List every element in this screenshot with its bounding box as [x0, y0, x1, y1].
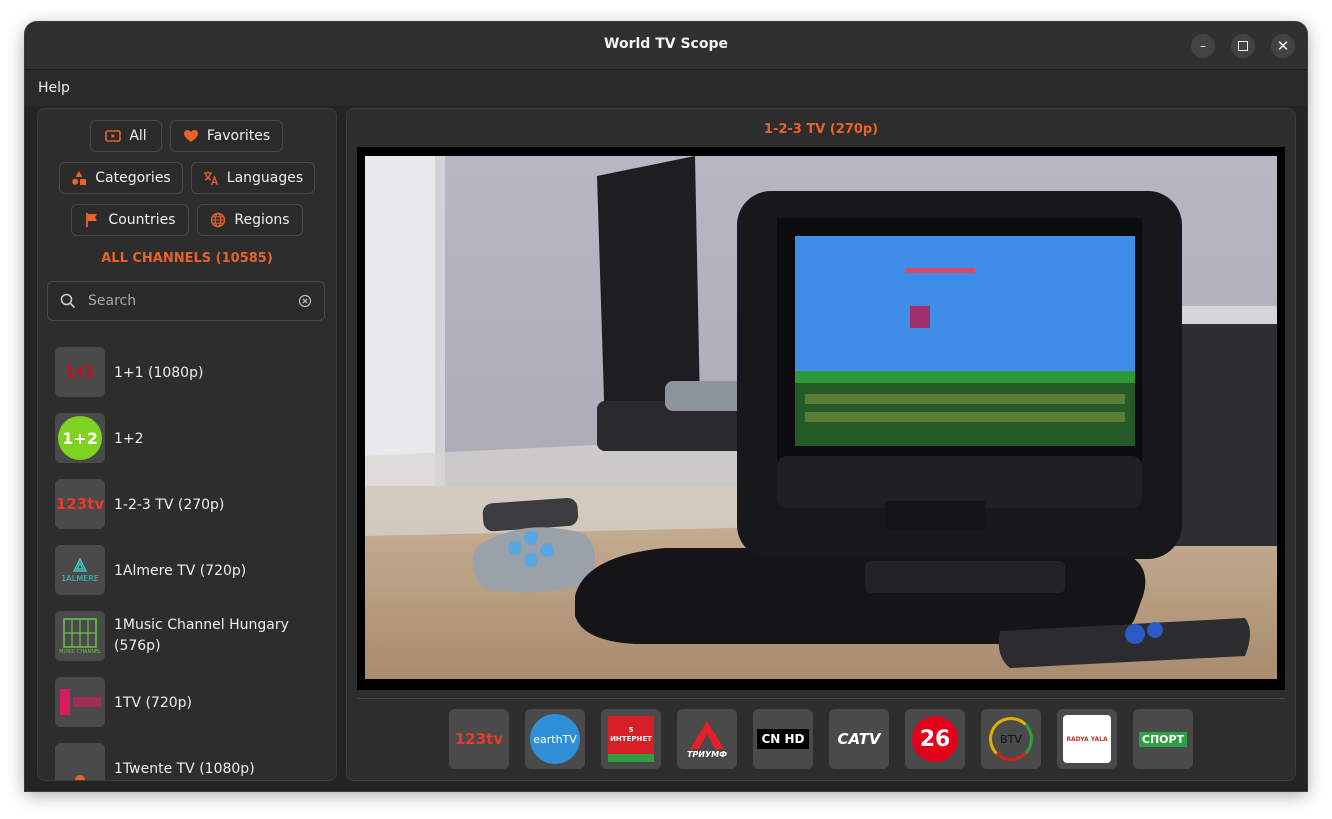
channel-name: 1+1 (1080p) — [114, 365, 204, 381]
triumf-mark-icon — [689, 720, 724, 749]
logo-twente-mark — [75, 775, 85, 780]
channel-item[interactable]: 1TV (720p) — [55, 677, 325, 729]
search-icon — [60, 293, 76, 309]
search-input[interactable]: Search — [88, 293, 136, 309]
channel-name: 1TV (720p) — [114, 695, 193, 711]
sidebar: All Favorites Categories Languages Count… — [37, 108, 337, 781]
logo-123tv: 123tv — [55, 495, 105, 513]
minimize-button[interactable]: – — [1191, 34, 1215, 58]
logo-1plus1: 1+1 — [65, 362, 95, 381]
favorite-channel-123tv[interactable]: 123tv — [449, 709, 509, 769]
flag-icon — [86, 213, 98, 227]
26-label: 26 — [919, 726, 951, 752]
favorites-label: Favorites — [206, 128, 271, 144]
26-logo-icon: 26 — [912, 716, 958, 762]
channel-name: 1Music Channel Hungary (576p) — [114, 617, 289, 654]
channel-logo: 1ALMERE — [55, 545, 105, 595]
channel-item[interactable]: 1Twente TV (1080p) — [55, 743, 325, 780]
channel-item[interactable]: 1+2 1+2 — [55, 413, 325, 465]
categories-button[interactable]: Categories — [59, 162, 183, 194]
favorite-channel-earthtv[interactable]: earthTV — [525, 709, 585, 769]
heart-icon — [183, 130, 198, 142]
countries-button[interactable]: Countries — [71, 204, 189, 236]
close-button[interactable]: ✕ — [1271, 34, 1295, 58]
shapes-icon — [72, 171, 87, 185]
window-title: World TV Scope — [604, 36, 728, 52]
clear-search-icon[interactable] — [298, 294, 312, 308]
btv-logo-icon: BTV — [989, 717, 1033, 761]
menu-help[interactable]: Help — [38, 80, 70, 96]
logo-1plus2: 1+2 — [62, 428, 98, 448]
favorite-channel-radya-yala[interactable]: RADYA YALA — [1057, 709, 1117, 769]
music-channel-mark-icon — [63, 618, 97, 648]
all-button[interactable]: All — [90, 120, 162, 152]
video-player[interactable] — [357, 147, 1285, 690]
categories-label: Categories — [95, 170, 171, 186]
triumf-logo-icon: ТРИУМФ — [687, 720, 727, 759]
favorite-channel-26[interactable]: 26 — [905, 709, 965, 769]
123tv-logo-icon: 123tv — [454, 730, 504, 748]
cn-logo-icon: CN HD — [757, 729, 809, 749]
channel-item[interactable]: 123tv 1-2-3 TV (270p) — [55, 479, 325, 531]
btv-label: BTV — [1000, 732, 1022, 746]
favorite-channel-sport[interactable]: СПОРТ — [1133, 709, 1193, 769]
earthtv-label: earthTV — [533, 732, 577, 746]
logo-1tv-mark — [59, 689, 70, 715]
channel-list-header: ALL CHANNELS (10585) — [101, 251, 273, 266]
regions-button[interactable]: Regions — [197, 204, 303, 236]
channel-name: 1Almere TV (720p) — [114, 563, 247, 579]
favorite-channel-btv[interactable]: BTV — [981, 709, 1041, 769]
almere-mark-icon — [72, 557, 88, 572]
channel-item[interactable]: 1+1 1+1 (1080p) — [55, 347, 325, 399]
divider — [357, 698, 1285, 699]
5-internet-label: 5 ИНТЕРНЕТ — [610, 726, 652, 743]
earthtv-logo-icon: earthTV — [530, 714, 580, 764]
channel-name: 1-2-3 TV (270p) — [114, 497, 225, 513]
channel-logo — [55, 743, 105, 780]
channel-item[interactable]: 1ALMERE 1Almere TV (720p) — [55, 545, 325, 597]
favorite-channel-5[interactable]: 5 ИНТЕРНЕТ — [601, 709, 661, 769]
maximize-button[interactable] — [1231, 34, 1255, 58]
countries-label: Countries — [108, 212, 176, 228]
close-icon: ✕ — [1276, 37, 1290, 55]
channel-name: 1+2 — [114, 431, 144, 447]
video-frame-image — [365, 156, 1277, 679]
channel-logo: MUSIC CHANNEL — [55, 611, 105, 661]
languages-label: Languages — [226, 170, 304, 186]
app-window: World TV Scope – ✕ Help All Favorites Ca… — [25, 22, 1307, 791]
channel-name: 1Twente TV (1080p) — [114, 761, 255, 777]
now-playing-title: 1-2-3 TV (270p) — [763, 122, 879, 137]
languages-button[interactable]: Languages — [191, 162, 315, 194]
tv-icon — [105, 130, 122, 142]
triumf-label: ТРИУМФ — [686, 749, 728, 759]
sport-logo-icon: СПОРТ — [1138, 731, 1188, 747]
logo-almere-text: 1ALMERE — [61, 573, 99, 583]
favorites-button[interactable]: Favorites — [170, 120, 283, 152]
catv-logo-icon: CATV — [837, 730, 881, 748]
channel-logo: 123tv — [55, 479, 105, 529]
favorite-channel-catv[interactable]: CATV — [829, 709, 889, 769]
all-label: All — [129, 128, 147, 144]
channel-logo — [55, 677, 105, 727]
logo-music-text: MUSIC CHANNEL — [59, 649, 101, 655]
minimize-icon: – — [1200, 39, 1206, 53]
favorite-channel-triumf[interactable]: ТРИУМФ — [677, 709, 737, 769]
player-panel: 1-2-3 TV (270p) 123tv earthTV 5 ИНТЕРНЕТ… — [346, 108, 1296, 781]
5-internet-logo-icon: 5 ИНТЕРНЕТ — [608, 716, 654, 762]
menu-bar: Help — [25, 70, 1307, 106]
search-field[interactable]: Search — [47, 281, 325, 321]
favorite-channel-cn[interactable]: CN HD — [753, 709, 813, 769]
channel-logo: 1+1 — [55, 347, 105, 397]
regions-label: Regions — [234, 212, 290, 228]
radya-yala-label: RADYA YALA — [1066, 735, 1108, 743]
translate-icon — [203, 171, 218, 186]
maximize-icon — [1238, 41, 1248, 51]
title-bar[interactable]: World TV Scope – ✕ — [25, 22, 1307, 70]
radya-yala-logo-icon: RADYA YALA — [1063, 715, 1111, 763]
channel-logo: 1+2 — [55, 413, 105, 463]
channel-item[interactable]: MUSIC CHANNEL 1Music Channel Hungary (57… — [55, 611, 325, 663]
globe-icon — [211, 212, 226, 228]
